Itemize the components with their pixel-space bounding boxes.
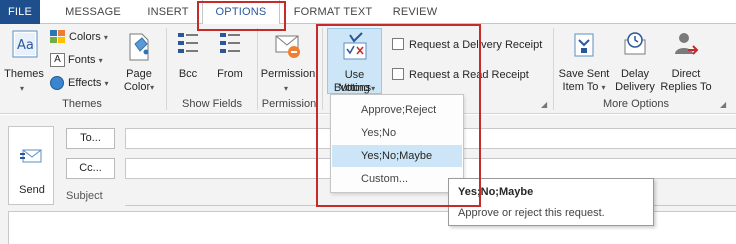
group-separator — [553, 28, 554, 110]
group-label-more-options: More Options — [602, 98, 670, 110]
group-label-show-fields: Show Fields — [182, 98, 242, 110]
ribbon-tab-bar: FILE MESSAGE INSERT OPTIONS FORMAT TEXT … — [0, 0, 736, 25]
svg-text:Aa: Aa — [17, 38, 34, 53]
cc-button[interactable]: Cc... — [66, 158, 115, 179]
group-separator — [322, 28, 323, 110]
to-button[interactable]: To... — [66, 128, 115, 149]
subject-label: Subject — [66, 190, 103, 202]
read-receipt-label: Request a Read Receipt — [409, 69, 529, 81]
permission-icon — [275, 35, 300, 58]
page-color-label-1: Page — [126, 68, 152, 80]
themes-label: Themes — [4, 68, 44, 80]
checkbox-icon — [392, 68, 404, 81]
direct-replies-to-button[interactable]: Direct Replies To — [658, 28, 714, 94]
page-color-icon — [129, 33, 149, 61]
menu-item-yes-no[interactable]: Yes;No — [332, 122, 462, 144]
tooltip: Yes;No;Maybe Approve or reject this requ… — [448, 178, 654, 226]
chevron-down-icon: ▾ — [150, 83, 155, 92]
direct-replies-icon — [675, 33, 699, 55]
fonts-dropdown[interactable]: A Fonts ▾ — [50, 51, 103, 69]
delivery-receipt-checkbox[interactable]: Request a Delivery Receipt — [392, 36, 542, 54]
send-icon — [20, 149, 42, 163]
more-options-dialog-launcher-icon[interactable]: ◢ — [720, 100, 726, 109]
bcc-label: Bcc — [178, 68, 198, 80]
permission-button[interactable]: Permission ▾ — [259, 28, 317, 94]
page-color-label-2: Color▾ — [118, 81, 160, 94]
group-label-permission: Permission — [261, 98, 317, 110]
chevron-down-icon: ▾ — [371, 84, 376, 93]
from-button[interactable]: From — [210, 28, 250, 94]
colors-dropdown[interactable]: Colors ▾ — [50, 28, 108, 46]
checkbox-icon — [392, 38, 404, 51]
tab-file[interactable]: FILE — [0, 0, 40, 24]
delay-label-2: Delivery — [615, 81, 655, 93]
use-voting-buttons-button[interactable]: Use Voting Buttons▾ — [327, 28, 382, 94]
delay-label-1: Delay — [620, 68, 650, 80]
send-button[interactable]: Send — [8, 126, 54, 205]
colors-icon — [50, 30, 65, 44]
tooltip-description: Approve or reject this request. — [458, 207, 605, 219]
chevron-down-icon: ▾ — [20, 84, 25, 93]
chevron-down-icon: ▾ — [284, 84, 289, 93]
page-color-button[interactable]: Page Color▾ — [118, 28, 160, 94]
tab-message[interactable]: MESSAGE — [52, 0, 134, 24]
voting-label-text: Buttons — [333, 82, 372, 94]
save-sent-icon — [574, 33, 594, 57]
effects-dropdown[interactable]: Effects ▾ — [50, 74, 109, 92]
direct-label-2: Replies To — [660, 81, 712, 93]
from-icon — [220, 33, 240, 53]
page-color-label-text: Color — [123, 81, 151, 93]
tooltip-title: Yes;No;Maybe — [458, 186, 534, 198]
tab-options[interactable]: OPTIONS — [202, 0, 280, 25]
menu-item-yes-no-maybe[interactable]: Yes;No;Maybe — [332, 145, 462, 167]
delay-delivery-button[interactable]: Delay Delivery — [614, 28, 656, 94]
group-separator — [166, 28, 167, 110]
send-label: Send — [19, 184, 45, 196]
delivery-receipt-label: Request a Delivery Receipt — [409, 39, 543, 51]
chevron-down-icon: ▾ — [601, 83, 606, 92]
save-sent-label-text: Item To — [562, 81, 599, 93]
themes-icon: Aa — [12, 30, 38, 58]
effects-icon — [50, 76, 64, 91]
bcc-button[interactable]: Bcc — [170, 28, 206, 94]
menu-item-approve-reject[interactable]: Approve;Reject — [332, 99, 462, 121]
save-sent-label-1: Save Sent — [558, 68, 610, 80]
save-sent-label-2: Item To ▾ — [556, 81, 612, 94]
from-label: From — [217, 68, 243, 80]
tab-format-text[interactable]: FORMAT TEXT — [284, 0, 382, 24]
tracking-dialog-launcher-icon[interactable]: ◢ — [541, 100, 547, 109]
group-label-themes: Themes — [62, 98, 102, 110]
tab-review[interactable]: REVIEW — [386, 0, 444, 24]
fonts-label: Fonts — [68, 54, 96, 66]
read-receipt-checkbox[interactable]: Request a Read Receipt — [392, 66, 529, 84]
chevron-down-icon: ▾ — [103, 33, 108, 42]
chevron-down-icon: ▾ — [104, 79, 109, 88]
menu-item-custom[interactable]: Custom... — [332, 168, 462, 190]
clock-icon — [624, 32, 646, 55]
themes-button[interactable]: Aa Themes ▾ — [2, 28, 46, 94]
effects-label: Effects — [68, 77, 102, 89]
bcc-icon — [178, 33, 198, 53]
group-separator — [257, 28, 258, 110]
save-sent-item-to-button[interactable]: Save Sent Item To ▾ — [556, 28, 612, 94]
tab-insert[interactable]: INSERT — [138, 0, 198, 24]
direct-label-1: Direct — [671, 68, 701, 80]
voting-buttons-menu: Approve;Reject Yes;No Yes;No;Maybe Custo… — [330, 94, 464, 193]
colors-label: Colors — [69, 31, 101, 43]
chevron-down-icon: ▾ — [98, 56, 103, 65]
voting-icon — [343, 32, 367, 60]
fonts-icon: A — [50, 53, 65, 68]
permission-label: Permission — [260, 68, 316, 80]
